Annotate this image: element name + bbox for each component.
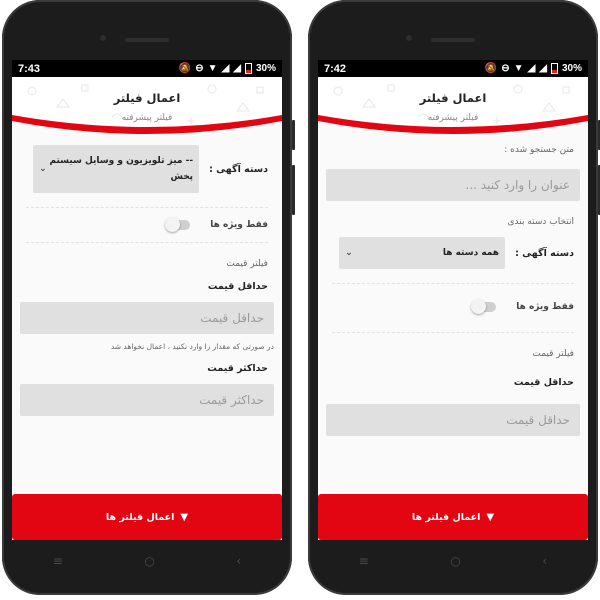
dnd-icon: ⊖	[501, 63, 510, 74]
search-placeholder: عنوان را وارد کنید ...	[465, 178, 570, 192]
status-time: 7:42	[324, 62, 347, 75]
status-time: 7:43	[18, 62, 41, 75]
status-bar: 7:42 🔕 ⊖ ▼ ◢ ◢ 30%	[318, 60, 588, 77]
phone-left: 7:43 🔕 ⊖ ▼ ◢ ◢ 30% اعمال فیلتر فیلتر پیش…	[2, 0, 295, 595]
menu-icon[interactable]: ≡	[359, 554, 369, 568]
category-value: همه دسته ها	[442, 248, 500, 258]
earpiece	[431, 38, 475, 42]
funnel-icon: ▼	[180, 511, 189, 523]
page-header: اعمال فیلتر فیلتر پیشرفته	[12, 77, 282, 137]
app-screen: 7:43 🔕 ⊖ ▼ ◢ ◢ 30% اعمال فیلتر فیلتر پیش…	[12, 60, 282, 540]
battery-icon	[244, 63, 252, 74]
page-title: اعمال فیلتر	[419, 91, 487, 105]
funnel-icon: ▼	[486, 511, 495, 523]
phone-right: 7:42 🔕 ⊖ ▼ ◢ ◢ 30% اعمال فیلتر فیلتر پیش…	[308, 0, 600, 595]
header-curve	[318, 115, 588, 137]
android-nav-bar: ≡ ○ ‹	[12, 547, 282, 575]
chevron-down-icon: ⌄	[345, 248, 353, 258]
max-price-placeholder: حداکثر قیمت	[199, 393, 264, 407]
min-price-placeholder: حداقل قیمت	[200, 311, 264, 325]
power-button	[292, 165, 295, 215]
dnd-icon: ⊖	[195, 63, 204, 74]
max-price-input[interactable]: حداکثر قیمت	[20, 384, 274, 416]
special-only-toggle[interactable]	[471, 299, 497, 314]
filter-form: متن جستجو شده : عنوان را وارد کنید ... ا…	[318, 137, 588, 436]
mute-icon: 🔕	[484, 63, 498, 74]
app-screen: 7:42 🔕 ⊖ ▼ ◢ ◢ 30% اعمال فیلتر فیلتر پیش…	[318, 60, 588, 540]
category-row: دسته آگهی : -- میز تلویزیون و وسایل سیست…	[20, 137, 274, 201]
select-category-heading: انتخاب دسته بندی	[507, 217, 574, 227]
search-label: متن جستجو شده :	[504, 145, 574, 155]
battery-level: 30%	[255, 63, 276, 74]
apply-filters-button[interactable]: ▼ اعمال فیلتر ها	[318, 494, 588, 540]
page-title: اعمال فیلتر	[113, 91, 181, 105]
special-only-toggle[interactable]	[165, 217, 191, 232]
page-subtitle: فیلتر پیشرفته	[427, 113, 479, 123]
filter-form: دسته آگهی : -- میز تلویزیون و وسایل سیست…	[12, 137, 282, 416]
search-input[interactable]: عنوان را وارد کنید ...	[326, 169, 580, 201]
page-subtitle: فیلتر پیشرفته	[121, 113, 173, 123]
chevron-down-icon: ⌄	[39, 164, 47, 174]
home-icon[interactable]: ○	[450, 554, 460, 568]
divider	[26, 242, 268, 243]
apply-filters-label: اعمال فیلتر ها	[411, 511, 481, 523]
min-price-input[interactable]: حداقل قیمت	[20, 302, 274, 334]
back-icon[interactable]: ‹	[236, 554, 241, 568]
signal-icon: ◢	[527, 63, 536, 74]
status-icons: 🔕 ⊖ ▼ ◢ ◢ 30%	[485, 63, 582, 74]
special-only-row: فقط ویژه ها	[326, 290, 580, 318]
front-camera	[100, 35, 106, 41]
special-only-row: فقط ویژه ها	[20, 214, 274, 236]
earpiece	[125, 38, 169, 42]
category-label: دسته آگهی :	[209, 163, 268, 175]
status-bar: 7:43 🔕 ⊖ ▼ ◢ ◢ 30%	[12, 60, 282, 77]
home-icon[interactable]: ○	[144, 554, 154, 568]
signal-icon: ◢	[221, 63, 230, 74]
max-price-label: حداکثر قیمت	[207, 363, 268, 374]
battery-level: 30%	[561, 63, 582, 74]
signal2-icon: ◢	[233, 63, 241, 74]
price-filter-heading: فیلتر قیمت	[226, 259, 268, 269]
min-price-input[interactable]: حداقل قیمت	[326, 404, 580, 436]
apply-filters-button[interactable]: ▼ اعمال فیلتر ها	[12, 494, 282, 540]
price-filter-heading: فیلتر قیمت	[532, 349, 574, 359]
menu-icon[interactable]: ≡	[53, 554, 63, 568]
android-nav-bar: ≡ ○ ‹	[318, 547, 588, 575]
category-row: دسته آگهی : همه دسته ها ⌄	[326, 227, 580, 277]
volume-button	[292, 120, 295, 150]
header-curve	[12, 115, 282, 137]
category-select[interactable]: همه دسته ها ⌄	[339, 237, 506, 269]
min-price-label: حداقل قیمت	[513, 377, 574, 388]
category-value: -- میز تلویزیون و وسایل سیستم پخش	[49, 156, 194, 182]
divider	[332, 332, 574, 333]
wifi-icon: ▼	[207, 63, 218, 74]
min-price-label: حداقل قیمت	[207, 281, 268, 292]
divider	[26, 207, 268, 208]
front-camera	[406, 35, 412, 41]
price-help-text: در صورتی که مقدار را وارد نکنید ، اعمال …	[110, 342, 274, 351]
status-icons: 🔕 ⊖ ▼ ◢ ◢ 30%	[179, 63, 276, 74]
mute-icon: 🔕	[178, 63, 192, 74]
battery-icon	[550, 63, 558, 74]
special-only-label: فقط ویژه ها	[516, 302, 574, 312]
category-label: دسته آگهی :	[515, 247, 574, 259]
divider	[332, 283, 574, 284]
special-only-label: فقط ویژه ها	[210, 220, 268, 230]
back-icon[interactable]: ‹	[542, 554, 547, 568]
apply-filters-label: اعمال فیلتر ها	[105, 511, 175, 523]
category-select[interactable]: -- میز تلویزیون و وسایل سیستم پخش ⌄	[33, 145, 200, 193]
signal2-icon: ◢	[539, 63, 547, 74]
wifi-icon: ▼	[513, 63, 524, 74]
page-header: اعمال فیلتر فیلتر پیشرفته	[318, 77, 588, 137]
min-price-placeholder: حداقل قیمت	[506, 413, 570, 427]
